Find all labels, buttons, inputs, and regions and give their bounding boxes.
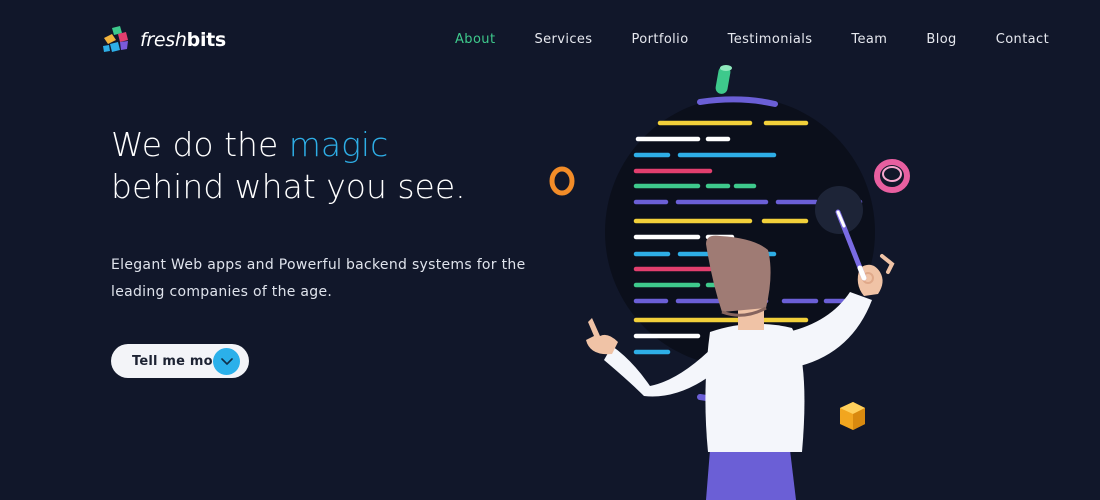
nav-item-portfolio[interactable]: Portfolio bbox=[631, 32, 688, 47]
brand-logo[interactable]: freshbits bbox=[100, 24, 226, 56]
nav-item-services[interactable]: Services bbox=[534, 32, 592, 47]
nav-item-team[interactable]: Team bbox=[851, 32, 887, 47]
nav-item-contact[interactable]: Contact bbox=[996, 32, 1049, 47]
ring-icon bbox=[549, 166, 575, 196]
chevron-down-icon bbox=[213, 348, 240, 375]
cube-icon bbox=[840, 402, 865, 430]
torus-icon bbox=[874, 159, 910, 193]
logo-mark-icon bbox=[103, 26, 128, 52]
brand-name: freshbits bbox=[140, 29, 226, 51]
hero-title: We do the magic behind what you see. bbox=[111, 124, 466, 208]
main-nav: About Services Portfolio Testimonials Te… bbox=[455, 32, 1049, 47]
nav-item-testimonials[interactable]: Testimonials bbox=[728, 32, 813, 47]
nav-item-blog[interactable]: Blog bbox=[926, 32, 956, 47]
hero-title-prefix: We do the bbox=[111, 125, 289, 164]
nav-item-about[interactable]: About bbox=[455, 32, 495, 47]
tell-me-more-button[interactable]: Tell me more bbox=[111, 344, 249, 378]
hero-illustration bbox=[549, 65, 910, 500]
hero-title-accent: magic bbox=[288, 125, 389, 164]
cylinder-icon bbox=[715, 65, 732, 94]
hero-subtitle: Elegant Web apps and Powerful backend sy… bbox=[111, 257, 526, 300]
hero-title-line2: behind what you see. bbox=[111, 167, 466, 206]
